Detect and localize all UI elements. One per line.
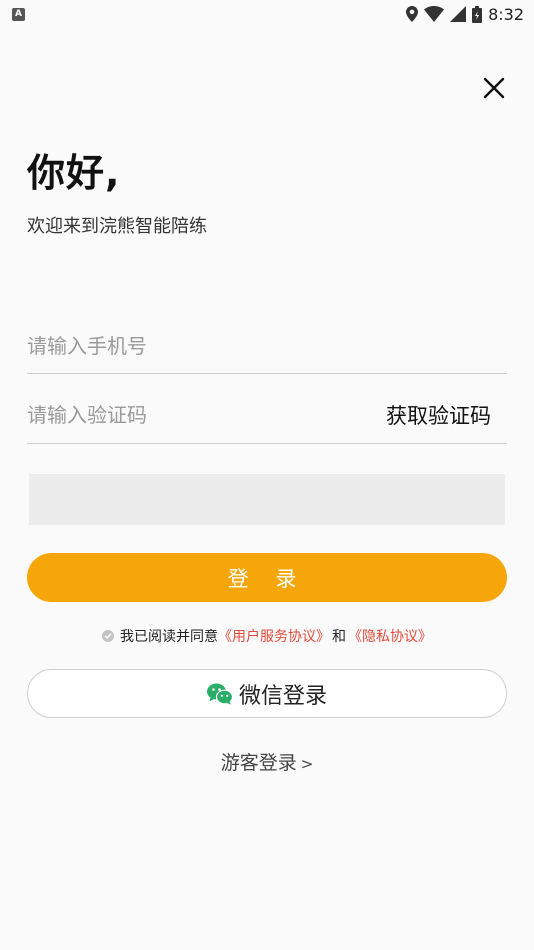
verification-code-input[interactable] <box>27 402 386 427</box>
check-icon <box>104 633 112 639</box>
status-bar: A 8:32 <box>0 0 534 28</box>
wechat-login-label: 微信登录 <box>238 683 327 709</box>
guest-login-link[interactable]: 游客登录 > <box>0 748 534 775</box>
agreement-conjunction: 和 <box>332 629 346 645</box>
get-code-button[interactable]: 获取验证码 <box>386 400 507 430</box>
chevron-right-icon: > <box>300 755 314 773</box>
wechat-login-button[interactable]: 微信登录 <box>27 669 507 718</box>
close-button[interactable] <box>478 72 510 104</box>
status-icons: 8:32 <box>406 5 524 24</box>
user-agreement-link[interactable]: 《用户服务协议》 <box>218 626 330 646</box>
login-button[interactable]: 登 录 <box>27 553 507 602</box>
status-time: 8:32 <box>488 4 524 24</box>
phone-input[interactable] <box>27 333 507 358</box>
captcha-area[interactable] <box>29 474 505 525</box>
greeting-title: 你好, <box>27 151 121 195</box>
privacy-policy-link[interactable]: 《隐私协议》 <box>348 626 432 646</box>
guest-login-label: 游客登录 <box>220 752 297 774</box>
agreement-row: 我已阅读并同意 《用户服务协议》 和 《隐私协议》 <box>0 626 534 646</box>
app-notification-icon: A <box>12 7 25 21</box>
battery-icon <box>472 5 483 23</box>
location-icon <box>406 6 419 22</box>
code-field-row: 获取验证码 <box>27 386 507 444</box>
close-icon <box>483 77 505 99</box>
signal-icon <box>450 6 467 22</box>
wifi-icon <box>424 6 445 22</box>
phone-field-row <box>27 318 507 374</box>
wechat-icon <box>206 683 233 704</box>
agreement-prefix: 我已阅读并同意 <box>120 629 218 645</box>
agreement-checkbox[interactable] <box>102 630 114 642</box>
welcome-subtitle: 欢迎来到浣熊智能陪练 <box>27 216 207 237</box>
